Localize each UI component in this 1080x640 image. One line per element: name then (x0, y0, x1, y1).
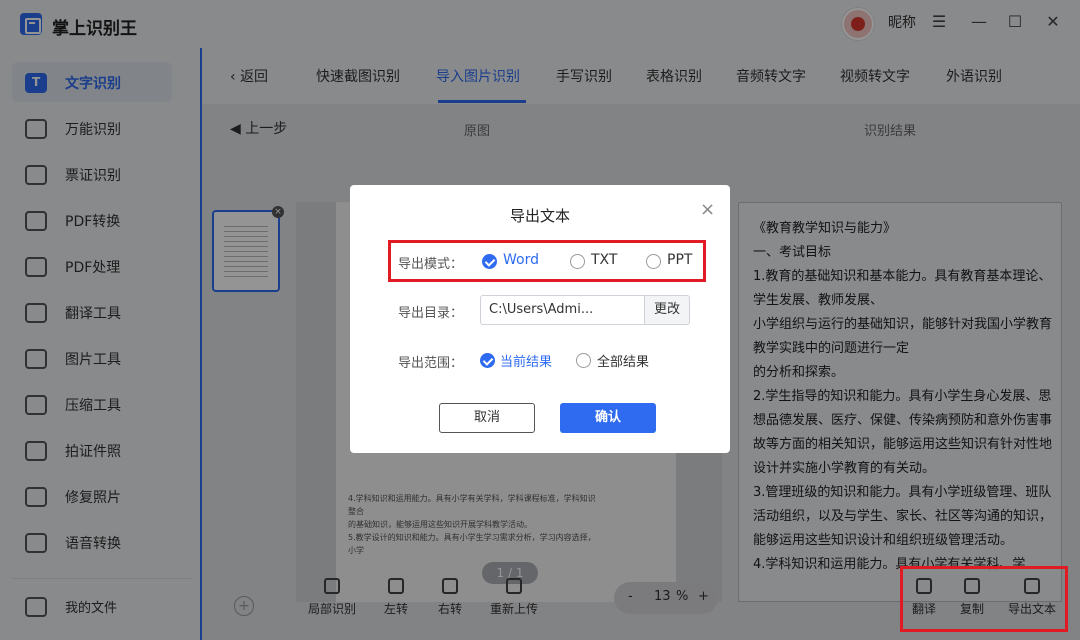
dir-label: 导出目录： (398, 306, 464, 321)
radio-ppt[interactable] (646, 254, 661, 269)
radio-all-results[interactable] (576, 353, 591, 368)
radio-current-result[interactable] (480, 353, 495, 368)
option-ppt[interactable]: PPT (667, 252, 692, 268)
dialog-title: 导出文本 (509, 207, 570, 225)
option-txt[interactable]: TXT (591, 252, 617, 268)
option-all-results[interactable]: 全部结果 (597, 351, 649, 370)
radio-word[interactable] (482, 254, 497, 269)
confirm-button[interactable]: 确认 (560, 403, 656, 433)
range-label: 导出范围： (398, 356, 464, 371)
close-icon[interactable]: × (700, 199, 715, 220)
change-dir-button[interactable]: 更改 (644, 295, 690, 325)
highlight-box-actions (900, 566, 1068, 632)
export-dialog: 导出文本 × 导出模式： Word TXT PPT 导出目录： C:\Users… (350, 185, 730, 453)
mode-label: 导出模式： (398, 257, 464, 272)
radio-txt[interactable] (570, 254, 585, 269)
export-dir-input[interactable]: C:\Users\Admi... (480, 295, 644, 325)
option-word[interactable]: Word (503, 252, 539, 268)
option-current-result[interactable]: 当前结果 (500, 351, 552, 370)
cancel-button[interactable]: 取消 (439, 403, 535, 433)
